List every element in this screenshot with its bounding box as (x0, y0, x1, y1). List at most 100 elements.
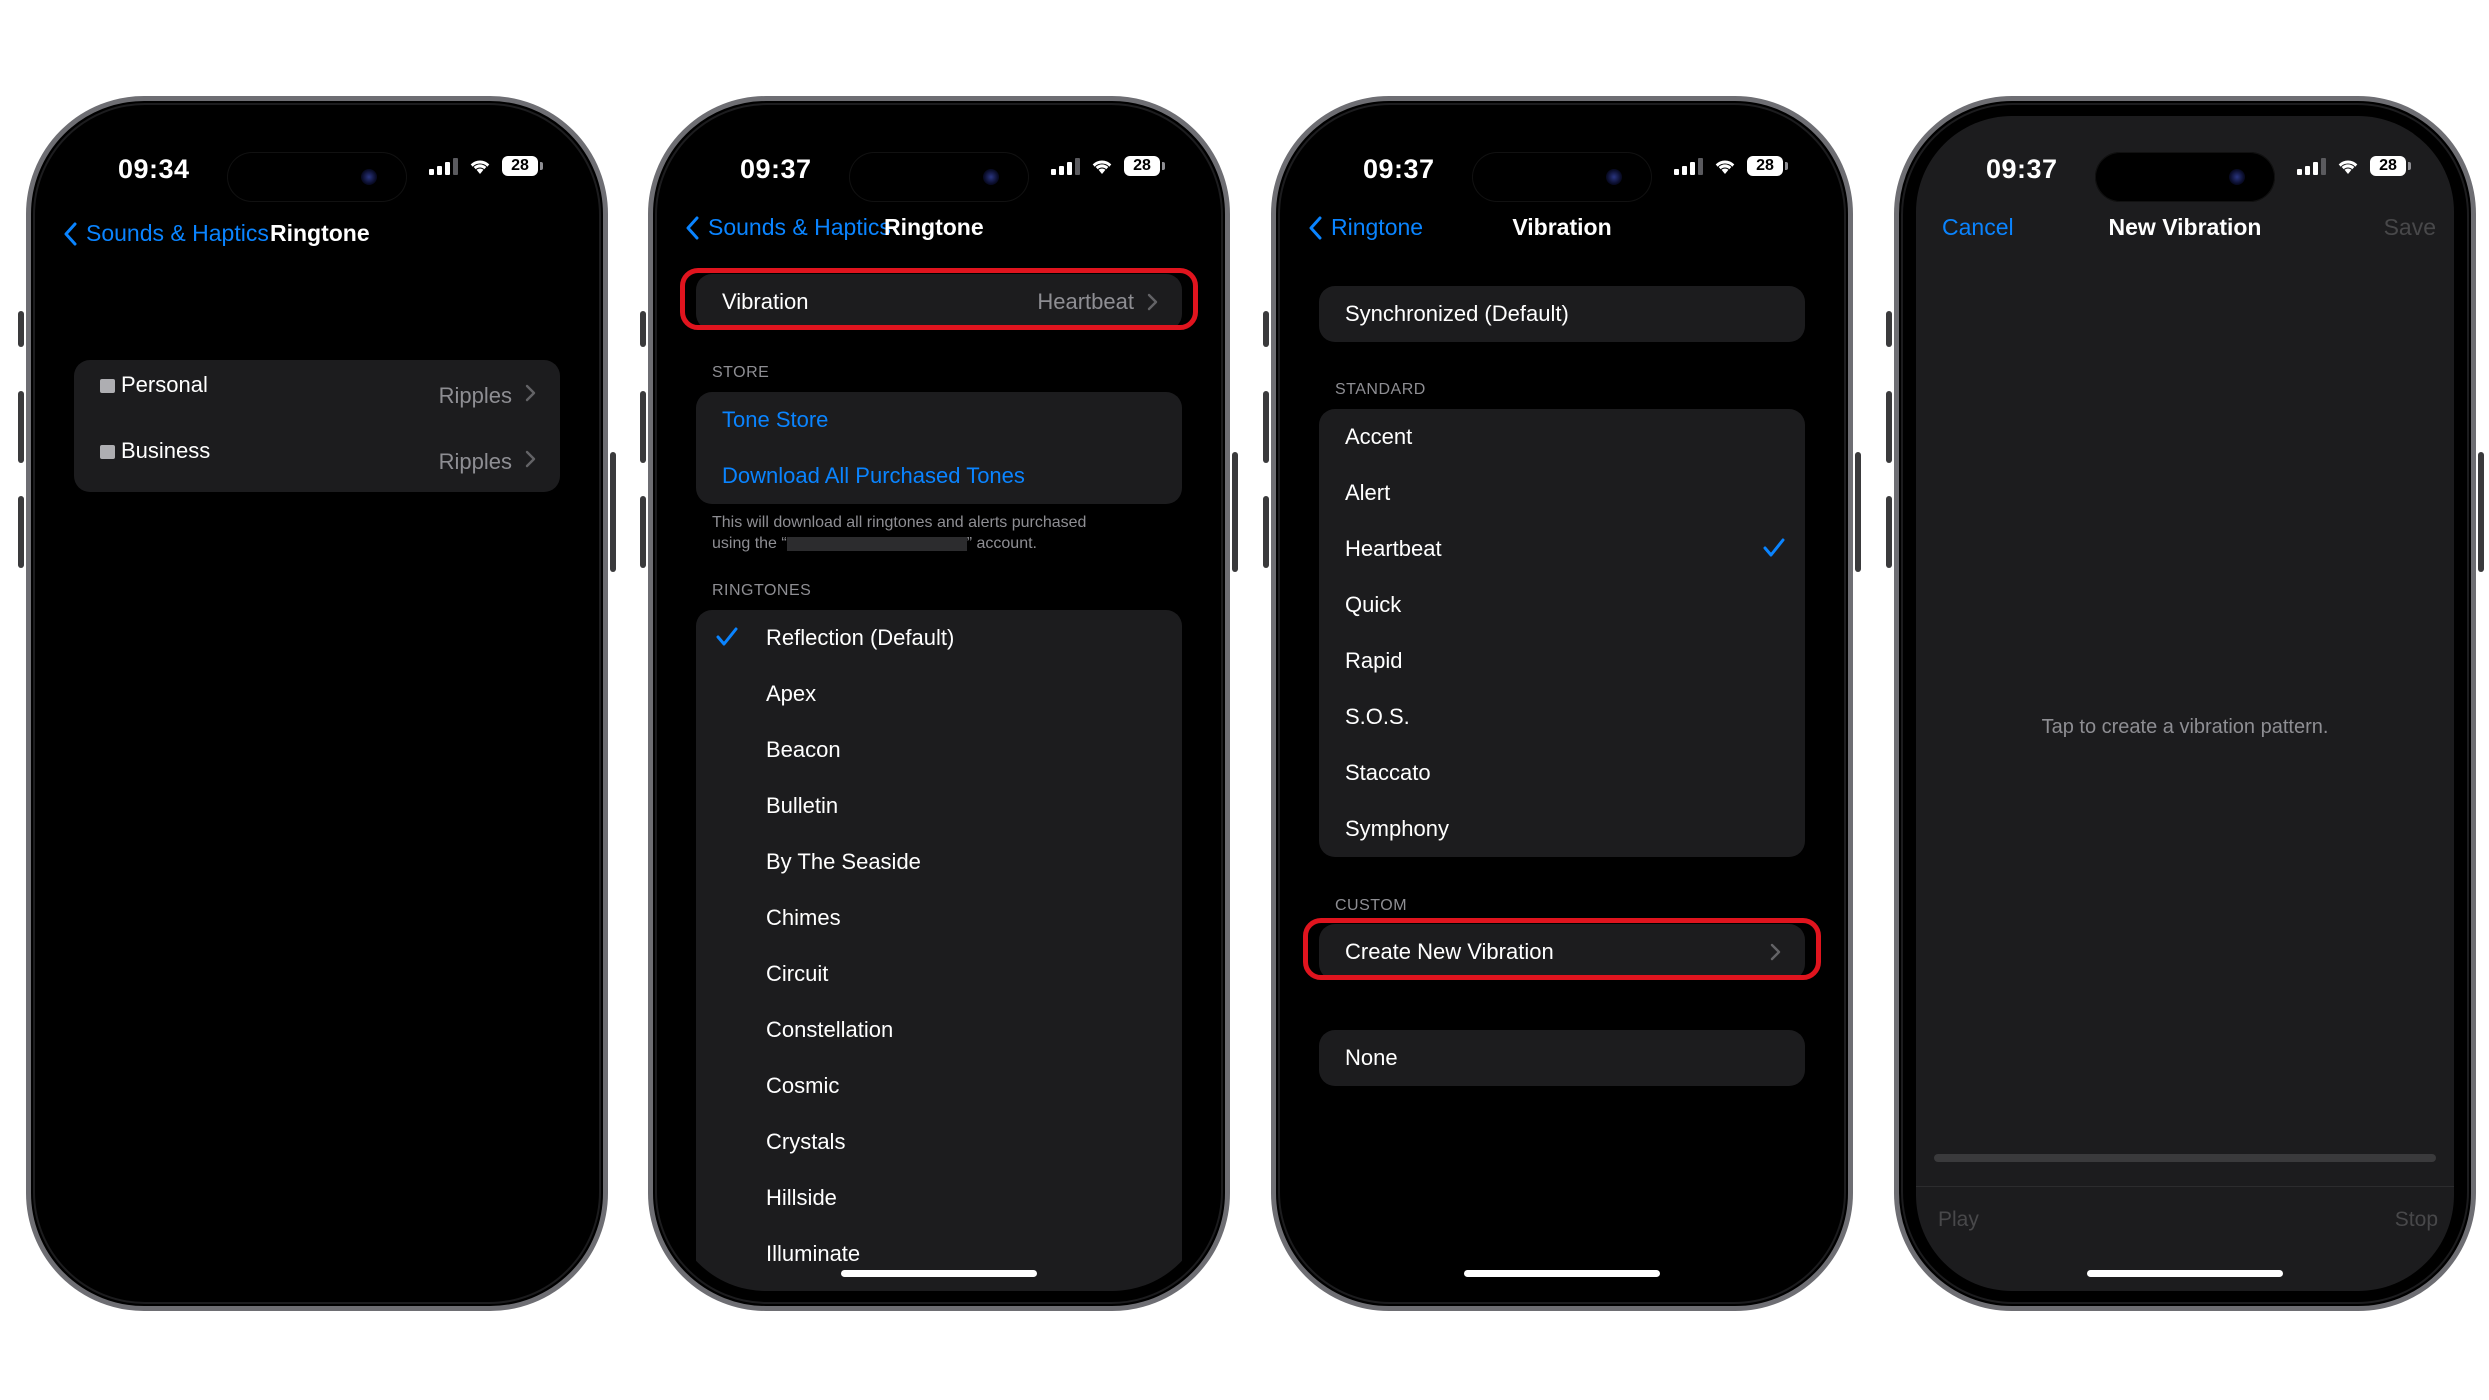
list-item[interactable]: Rapid (1319, 633, 1805, 689)
phone-4: 09:37 28 Cancel New Vibration Save Tap t… (1886, 96, 2484, 1311)
list-item[interactable]: Apex (696, 666, 1182, 722)
back-button[interactable]: Sounds & Haptics (64, 220, 269, 247)
power-button (1232, 452, 1238, 572)
row-label: Accent (1345, 424, 1413, 449)
list-item[interactable]: Cosmic (696, 1058, 1182, 1114)
row-label: Tone Store (722, 407, 829, 432)
row-label: S.O.S. (1345, 704, 1410, 729)
dynamic-island (849, 152, 1029, 202)
row-label: Apex (766, 681, 817, 706)
ringtones-group: Reflection (Default) Apex Beacon Bulletin By… (696, 610, 1182, 1291)
list-item[interactable]: Alert (1319, 465, 1805, 521)
camera-icon (983, 169, 999, 185)
volume-down-button (640, 496, 646, 568)
action-button (640, 311, 646, 347)
list-item[interactable]: Constellation (696, 1002, 1182, 1058)
dynamic-island (2095, 152, 2275, 202)
battery-icon: 28 (1124, 156, 1165, 176)
list-item[interactable]: Beacon (696, 722, 1182, 778)
power-button (610, 452, 616, 572)
volume-up-button (18, 391, 24, 463)
vibration-pad[interactable]: Tap to create a vibration pattern. (1916, 266, 2454, 1126)
pattern-timeline (1934, 1154, 2436, 1162)
battery-icon: 28 (1747, 156, 1788, 176)
nav-bar: Sounds & Haptics Ringtone (670, 214, 1208, 254)
row-label: Bulletin (766, 793, 839, 818)
status-time: 09:34 (118, 154, 190, 184)
volume-up-button (640, 391, 646, 463)
volume-down-button (1263, 496, 1269, 568)
status-time: 09:37 (1363, 154, 1435, 184)
wifi-icon (2338, 160, 2358, 174)
row-label: Staccato (1345, 760, 1431, 785)
row-label: Beacon (766, 737, 841, 762)
list-item[interactable]: Heartbeat (1319, 521, 1805, 577)
list-item[interactable]: Chimes (696, 890, 1182, 946)
row-label: Alert (1345, 480, 1391, 505)
row-label: Hillside (766, 1185, 837, 1210)
dynamic-island (1472, 152, 1652, 202)
check-wrap (1763, 538, 1785, 564)
download-all-link[interactable]: Download All Purchased Tones (696, 448, 1182, 504)
contact-icon (100, 445, 115, 459)
highlight-box (680, 268, 1198, 330)
list-item[interactable]: By The Seaside (696, 834, 1182, 890)
nav-title: Ringtone (884, 214, 984, 240)
chevron-right-icon (525, 384, 536, 402)
action-button (18, 311, 24, 347)
row-label: Symphony (1345, 816, 1449, 841)
divider (1916, 1186, 2454, 1187)
row-label: Quick (1345, 592, 1402, 617)
list-item-business[interactable]: Business Ripples (74, 426, 560, 492)
play-button[interactable]: Play (1938, 1208, 1979, 1232)
tone-store-link[interactable]: Tone Store (696, 392, 1182, 448)
list-item[interactable]: Crystals (696, 1114, 1182, 1170)
screen: 09:37 28 Sounds & Haptics Ringtone Vibra… (670, 116, 1208, 1291)
status-time: 09:37 (1986, 154, 2058, 184)
list-item[interactable]: Quick (1319, 577, 1805, 633)
list-item[interactable]: S.O.S. (1319, 689, 1805, 745)
list-item[interactable]: Staccato (1319, 745, 1805, 801)
camera-icon (361, 169, 377, 185)
nav-bar: Ringtone Vibration (1293, 214, 1831, 254)
row-label: Cosmic (766, 1073, 840, 1098)
row-label: Download All Purchased Tones (722, 463, 1025, 488)
synchronized-row[interactable]: Synchronized (Default) (1319, 286, 1805, 342)
footnote-line-2: using the “ ” account. (712, 533, 1086, 554)
list-item[interactable]: Circuit (696, 946, 1182, 1002)
list-item-personal[interactable]: Personal Ripples (74, 360, 560, 426)
store-group: Tone Store Download All Purchased Tones (696, 392, 1182, 504)
wifi-icon (1092, 160, 1112, 174)
save-button[interactable]: Save (2384, 214, 2436, 241)
redacted-account (786, 536, 967, 551)
ringtone-contacts-group: Personal Ripples Business Ripples (74, 360, 560, 492)
list-item[interactable]: Accent (1319, 409, 1805, 465)
list-item[interactable]: Reflection (Default) (696, 610, 1182, 666)
status-time: 09:37 (740, 154, 812, 184)
row-label: Chimes (766, 905, 841, 930)
list-item[interactable]: Hillside (696, 1170, 1182, 1226)
synchronized-group: Synchronized (Default) (1319, 286, 1805, 342)
row-value: Ripples (438, 383, 512, 408)
row-label: Reflection (Default) (766, 625, 955, 650)
check-wrap (716, 627, 738, 653)
none-row[interactable]: None (1319, 1030, 1805, 1086)
cellular-signal-icon (429, 157, 458, 175)
back-button[interactable]: Sounds & Haptics (686, 214, 891, 241)
row-label: Constellation (766, 1017, 894, 1042)
camera-icon (1606, 169, 1622, 185)
battery-icon: 28 (2370, 156, 2411, 176)
home-indicator (2087, 1270, 2283, 1277)
status-icons: 28 (1051, 156, 1165, 176)
row-label: Illuminate (766, 1241, 861, 1266)
list-item[interactable]: Bulletin (696, 778, 1182, 834)
cellular-signal-icon (1674, 157, 1703, 175)
row-label: Crystals (766, 1129, 846, 1154)
row-label-wrap: Business (100, 438, 210, 464)
row-label: Rapid (1345, 648, 1403, 673)
chevron-left-icon (686, 216, 699, 239)
stop-button[interactable]: Stop (2395, 1208, 2438, 1232)
camera-icon (2229, 169, 2245, 185)
home-indicator (1464, 1270, 1660, 1277)
list-item[interactable]: Symphony (1319, 801, 1805, 857)
